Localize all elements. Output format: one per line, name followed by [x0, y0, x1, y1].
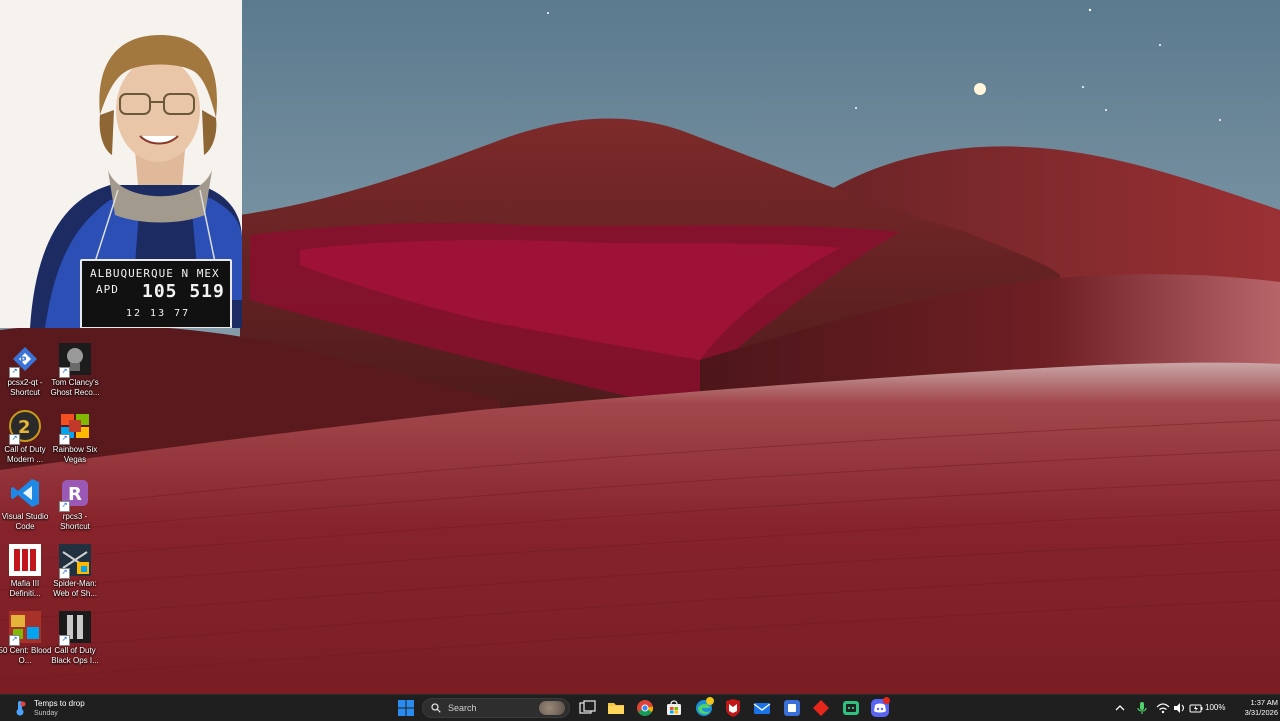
shortcut-arrow-icon: ↗	[59, 635, 70, 646]
search-icon	[431, 703, 441, 713]
desktop-icon-label: Mafia III Definiti...	[9, 579, 41, 598]
show-hidden-icons-button[interactable]	[1114, 700, 1126, 716]
red-app-icon	[813, 700, 829, 716]
mcafee-icon	[726, 699, 740, 717]
file-explorer-icon	[608, 703, 624, 714]
desktop-icon-vscode[interactable]: Visual Studio Code	[0, 477, 50, 539]
edge-notification-badge	[706, 697, 714, 705]
shortcut-arrow-icon: ↗	[59, 501, 70, 512]
weather-subtitle: Sunday	[34, 710, 58, 717]
desktop-icon-50-cent[interactable]: ↗ 50 Cent: Blood O...	[0, 611, 52, 673]
desktop-icon-label: Call of Duty Black Ops I...	[51, 646, 99, 665]
app-icon	[784, 700, 800, 716]
discord-notification-badge	[883, 697, 890, 704]
desktop-icon-label: pcsx2-qt - Shortcut	[7, 378, 43, 397]
microsoft-store-button[interactable]	[664, 698, 684, 718]
placard-apd: APD	[96, 283, 119, 296]
search-highlight-icon	[539, 701, 565, 715]
chevron-up-icon	[1115, 705, 1125, 711]
mcafee-button[interactable]	[723, 698, 743, 718]
volume-button[interactable]	[1173, 700, 1186, 716]
outlook-icon	[753, 703, 771, 714]
battery-charging-icon	[1189, 704, 1203, 713]
taskbar-search-box[interactable]: Search	[422, 698, 570, 718]
desktop-icon-label: Tom Clancy's Ghost Reco...	[50, 378, 100, 397]
placard-number: 105 519	[142, 281, 225, 302]
svg-text:P: P	[20, 356, 27, 366]
start-icon	[398, 700, 414, 716]
green-app-button[interactable]	[841, 698, 861, 718]
red-app-button[interactable]	[811, 698, 831, 718]
task-view-icon	[579, 700, 596, 714]
shortcut-arrow-icon: ↗	[59, 568, 70, 579]
speaker-icon	[1174, 703, 1185, 713]
desktop-icon-pcsx2[interactable]: P ↗ pcsx2-qt - Shortcut	[0, 343, 50, 405]
desktop-icon-label: Call of Duty Modern ...	[4, 445, 46, 464]
desktop-icon-label: Spider-Man: Web of Sh...	[53, 579, 97, 598]
battery-button[interactable]	[1189, 700, 1203, 716]
shortcut-arrow-icon: ↗	[9, 635, 20, 646]
mugshot-photo: ALBUQUERQUE N MEX APD 105 519 12 13 77	[0, 0, 242, 328]
desktop-icon-spiderman[interactable]: ↗ Spider-Man: Web of Sh...	[50, 544, 100, 606]
clock[interactable]: 1:37 AM 3/31/2026	[1232, 698, 1278, 718]
vscode-icon	[9, 477, 41, 509]
placard-date: 12 13 77	[126, 308, 191, 319]
clock-date: 3/31/2026	[1244, 708, 1278, 717]
desktop-icon-label: 50 Cent: Blood O...	[0, 646, 52, 665]
battery-percentage: 100%	[1205, 703, 1226, 712]
desktop-icon-rainbow-six[interactable]: ↗ Rainbow Six Vegas	[50, 410, 100, 472]
shortcut-arrow-icon: ↗	[59, 367, 70, 378]
app-button[interactable]	[782, 698, 802, 718]
weather-title: Temps to drop	[34, 699, 85, 708]
desktop-icon-label: rpcs3 - Shortcut	[60, 512, 90, 531]
shortcut-arrow-icon: ↗	[9, 367, 20, 378]
microphone-icon	[1137, 702, 1147, 714]
chrome-icon	[637, 700, 654, 716]
weather-thermometer-icon	[12, 700, 28, 716]
discord-button[interactable]	[870, 697, 890, 718]
chrome-button[interactable]	[635, 698, 655, 718]
police-placard: ALBUQUERQUE N MEX APD 105 519 12 13 77	[80, 259, 232, 328]
desktop-icon-rpcs3[interactable]: R ↗ rpcs3 - Shortcut	[50, 477, 100, 539]
desktop-icon-ghost-recon[interactable]: ↗ Tom Clancy's Ghost Reco...	[50, 343, 100, 405]
file-explorer-button[interactable]	[606, 698, 626, 718]
wifi-button[interactable]	[1156, 700, 1170, 716]
start-button[interactable]	[396, 698, 416, 718]
task-view-button[interactable]	[577, 698, 597, 718]
placard-city: ALBUQUERQUE N MEX	[90, 267, 220, 280]
wifi-icon	[1156, 703, 1170, 714]
mail-button[interactable]	[752, 698, 772, 718]
shortcut-arrow-icon: ↗	[9, 434, 20, 445]
taskbar: Temps to drop Sunday Search 100% 1:37 AM…	[0, 694, 1280, 721]
desktop-icon-cod-modern[interactable]: 2 ↗ Call of Duty Modern ...	[0, 410, 50, 472]
green-app-icon	[843, 701, 859, 715]
svg-text:R: R	[68, 484, 82, 505]
desktop-icon-label: Visual Studio Code	[1, 512, 49, 531]
microphone-button[interactable]	[1136, 700, 1148, 716]
shortcut-arrow-icon: ↗	[59, 434, 70, 445]
desktop-icon-mafia-iii[interactable]: Mafia III Definiti...	[0, 544, 50, 606]
clock-time: 1:37 AM	[1250, 698, 1278, 707]
microsoft-store-icon	[667, 700, 681, 715]
mafia-iii-icon	[9, 544, 41, 576]
desktop-icon-cod-black-ops[interactable]: ↗ Call of Duty Black Ops I...	[50, 611, 100, 673]
edge-button[interactable]	[694, 697, 714, 718]
desktop-icon-label: Rainbow Six Vegas	[52, 445, 98, 464]
search-placeholder: Search	[448, 703, 477, 713]
